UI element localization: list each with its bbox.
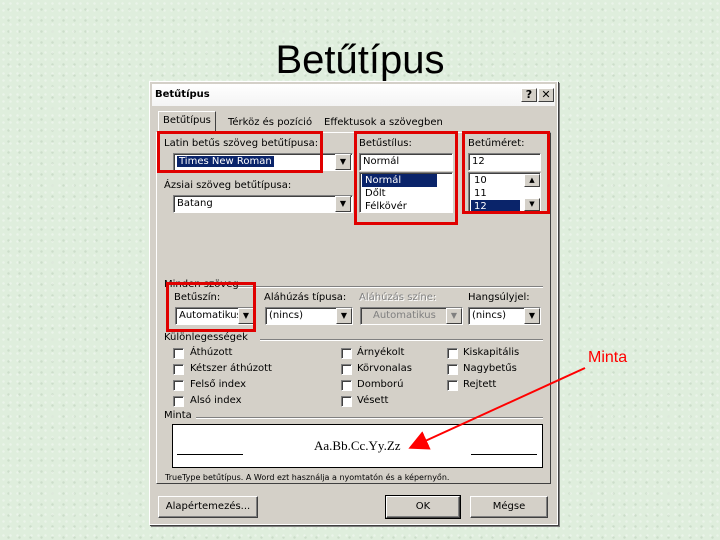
annotation-label: Minta [588, 349, 628, 366]
annotation-arrow-icon [408, 367, 586, 450]
